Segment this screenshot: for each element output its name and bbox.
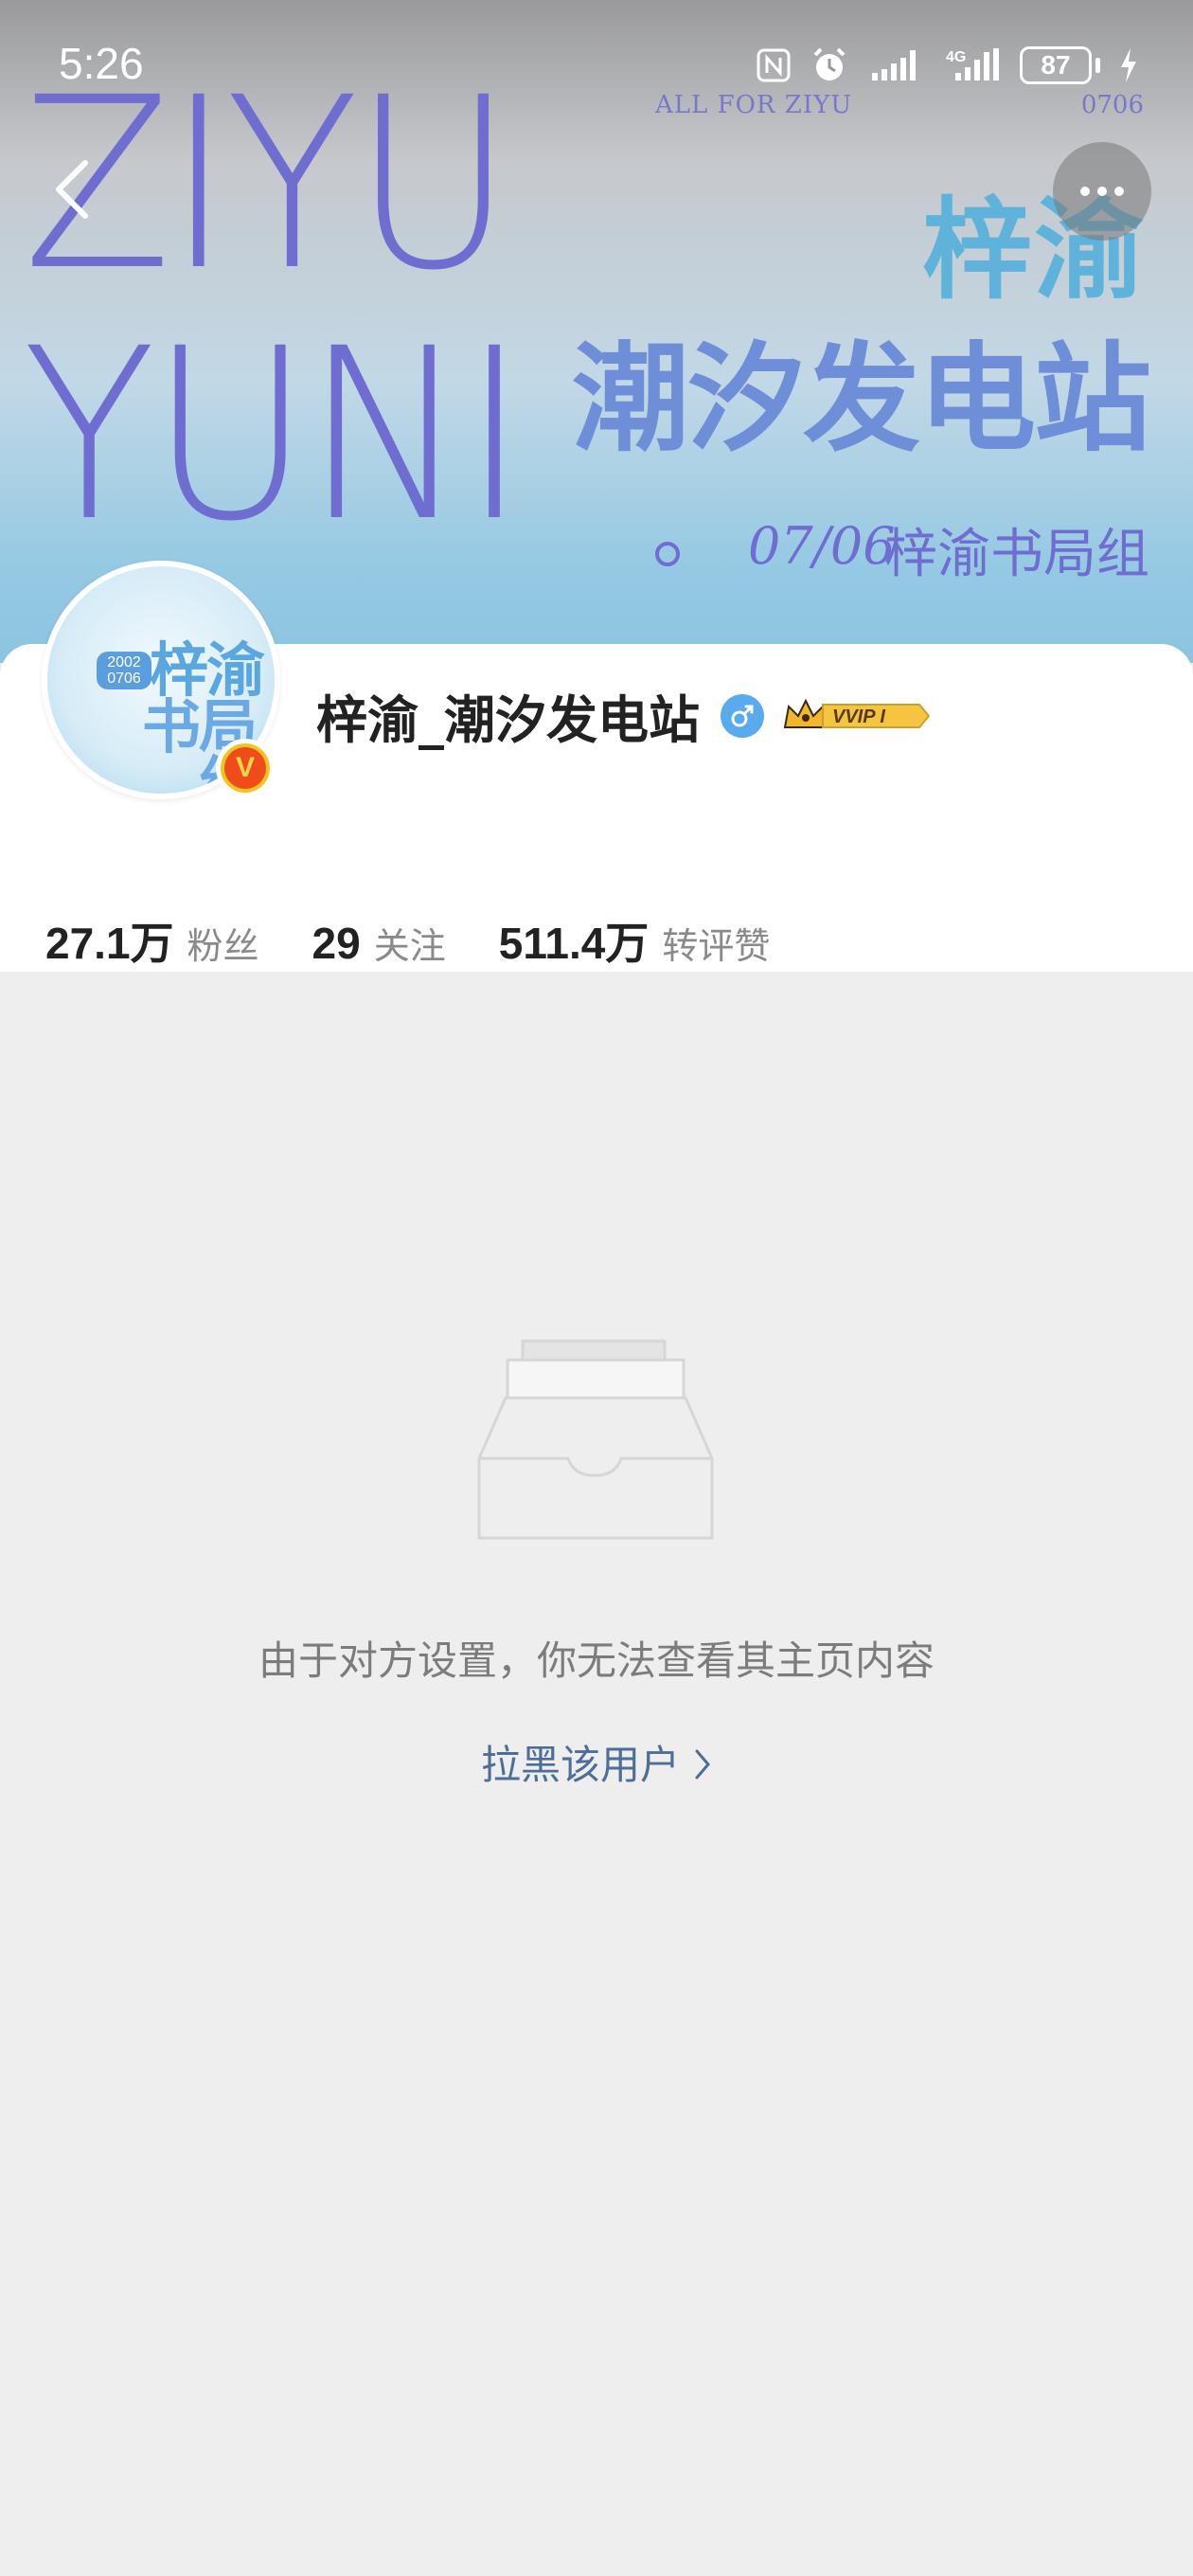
stat-likes[interactable]: 511.4万 转评赞: [499, 909, 771, 972]
banner-group: 梓渝书局组: [884, 524, 1149, 585]
back-button[interactable]: [34, 152, 110, 227]
stat-following[interactable]: 29 关注: [312, 917, 446, 969]
vvip-label: VVIP I: [832, 707, 885, 727]
status-icons: 4G 87: [755, 45, 1140, 85]
banner-cn-title-2: 潮汐发电站: [571, 331, 1151, 468]
status-bar: 5:26 4G 87: [0, 0, 1193, 104]
male-icon: [721, 693, 764, 738]
more-button[interactable]: [1053, 142, 1151, 241]
banner-date: 07/06: [748, 516, 896, 576]
profile-page: ZIYU YUNI ALL FOR ZIYU 0706 梓渝 潮汐发电站 07/…: [0, 0, 1193, 2576]
signal-4g-icon: 4G: [946, 46, 1003, 84]
stat-likes-num: 511.4万: [498, 919, 650, 968]
stat-following-num: 29: [312, 919, 361, 968]
verified-badge-icon: V: [216, 739, 275, 797]
stat-fans[interactable]: 27.1万 粉丝: [45, 909, 259, 972]
empty-state-message: 由于对方设置，你无法查看其主页内容: [258, 1637, 935, 1684]
stats-row: 27.1万 粉丝 29 关注 511.4万 转评赞: [45, 909, 770, 972]
stat-following-label: 关注: [373, 925, 446, 967]
stat-fans-num: 27.1万: [45, 919, 174, 968]
battery-level: 87: [1020, 46, 1092, 84]
block-user-link[interactable]: 拉黑该用户: [0, 1733, 1193, 1791]
svg-text:4G: 4G: [946, 49, 966, 65]
stat-fans-label: 粉丝: [187, 925, 259, 967]
signal-icon: [866, 46, 929, 84]
verified-mark: V: [224, 747, 266, 789]
alarm-icon: [810, 45, 849, 85]
block-user-label: 拉黑该用户: [480, 1742, 680, 1788]
username: 梓渝_潮汐发电站: [316, 690, 700, 750]
stat-likes-label: 转评赞: [662, 925, 771, 967]
charging-icon: [1117, 46, 1140, 84]
more-dots-icon: [1080, 187, 1090, 196]
chevron-right-icon: [693, 1744, 712, 1791]
vvip-badge[interactable]: VVIP I: [781, 693, 933, 739]
empty-inbox-icon: [473, 1335, 720, 1544]
username-row: 梓渝_潮汐发电站 VVIP I: [316, 678, 933, 753]
banner-dot: [655, 542, 680, 566]
status-time: 5:26: [59, 39, 144, 88]
chevron-left-icon: [56, 160, 88, 219]
battery-icon: 87: [1020, 46, 1100, 84]
nfc-icon: [755, 46, 792, 84]
banner-line-2: YUNI: [23, 297, 526, 573]
